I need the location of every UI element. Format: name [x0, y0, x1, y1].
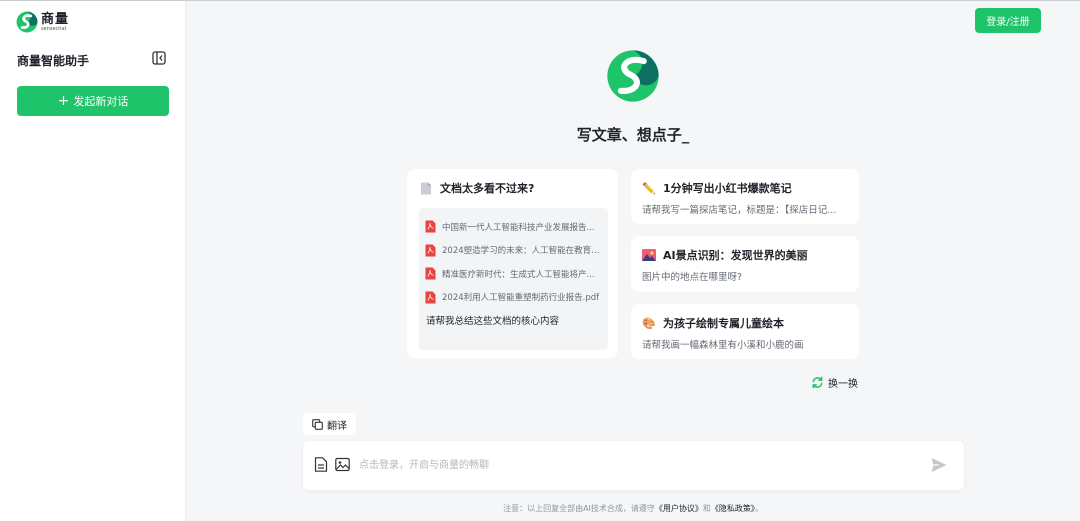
- new-chat-button[interactable]: + 发起新对话: [17, 86, 169, 116]
- translate-label: 翻译: [327, 420, 347, 432]
- user-agreement-link[interactable]: 《用户协议》: [655, 504, 703, 513]
- plus-icon: +: [57, 93, 70, 109]
- assistant-title: 商量智能助手: [17, 54, 90, 68]
- document-item: 2024塑造学习的未来：人工智能在教育4...: [425, 239, 602, 263]
- suggestion-subtitle: 图片中的地点在哪里呀?: [642, 272, 743, 283]
- document-prompt: 请帮我总结这些文档的核心内容: [426, 316, 560, 327]
- footer-disclaimer: 注意：以上回复全部由AI技术合成，请遵守《用户协议》和《隐私政策》。: [0, 503, 1080, 514]
- footer-and: 和: [702, 504, 711, 513]
- pdf-icon: [425, 220, 436, 233]
- image-upload-icon[interactable]: [335, 457, 350, 472]
- document-name: 精准医疗新时代：生成式人工智能将产...: [442, 269, 595, 280]
- document-card-title: 文档太多看不过来?: [440, 182, 535, 195]
- document-summary-card[interactable]: 文档太多看不过来? 中国新一代人工智能科技产业发展报告... 2024塑造学习的…: [407, 169, 618, 358]
- suggestion-subtitle: 请帮我写一篇探店笔记，标题是：【探店日记...: [642, 205, 837, 216]
- suggestion-subtitle: 请帮我画一幅森林里有小溪和小鹿的画: [642, 340, 804, 351]
- file-upload-icon[interactable]: [314, 457, 328, 472]
- new-chat-label: 发起新对话: [73, 95, 129, 108]
- suggestion-title: AI景点识别：发现世界的美丽: [663, 249, 808, 262]
- document-item: 2024利用人工智能重塑制药行业报告.pdf: [425, 286, 602, 310]
- pdf-icon: [425, 291, 436, 304]
- hero-title: 写文章、想点子_: [576, 126, 690, 144]
- document-list: 中国新一代人工智能科技产业发展报告... 2024塑造学习的未来：人工智能在教育…: [419, 208, 608, 350]
- document-icon: [421, 182, 431, 194]
- landscape-icon: [642, 249, 656, 261]
- footer-prefix: 注意：以上回复全部由AI技术合成，请遵守: [503, 504, 655, 513]
- suggestion-title: 1分钟写出小红书爆款笔记: [663, 182, 792, 195]
- login-register-button[interactable]: 登录/注册: [975, 8, 1041, 33]
- copy-translate-icon: [312, 418, 323, 430]
- pdf-icon: [425, 267, 436, 280]
- brand-name-en: sensechat: [41, 25, 67, 32]
- sensechat-hero-logo-icon: [607, 50, 659, 102]
- refresh-icon: [812, 376, 823, 389]
- document-name: 2024利用人工智能重塑制药行业报告.pdf: [442, 293, 600, 304]
- footer-suffix: 。: [754, 504, 763, 513]
- refresh-label: 换一换: [828, 379, 858, 390]
- brand-logo[interactable]: 商量 sensechat: [16, 11, 69, 33]
- refresh-suggestions-button[interactable]: 换一换: [811, 375, 858, 390]
- brand-name: 商量: [41, 11, 70, 27]
- pencil-icon: ✏️: [642, 181, 656, 195]
- sensechat-logo-icon: [16, 11, 38, 33]
- document-item: 中国新一代人工智能科技产业发展报告...: [425, 215, 602, 239]
- document-item: 精准医疗新时代：生成式人工智能将产...: [425, 262, 602, 286]
- chat-input[interactable]: [359, 453, 909, 477]
- suggestion-title: 为孩子绘制专属儿童绘本: [663, 317, 784, 330]
- translate-button[interactable]: 翻译: [303, 413, 356, 435]
- document-name: 中国新一代人工智能科技产业发展报告...: [442, 222, 595, 233]
- palette-icon: 🎨: [642, 316, 656, 330]
- privacy-policy-link[interactable]: 《隐私政策》: [711, 504, 755, 513]
- document-name: 2024塑造学习的未来：人工智能在教育4...: [442, 246, 602, 257]
- collapse-sidebar-icon[interactable]: [152, 51, 166, 65]
- pdf-icon: [425, 244, 436, 257]
- suggestion-card-xiaohongshu[interactable]: ✏️ 1分钟写出小红书爆款笔记 请帮我写一篇探店笔记，标题是：【探店日记...: [631, 169, 859, 224]
- sidebar: 商量 sensechat 商量智能助手 + 发起新对话: [0, 1, 186, 521]
- suggestion-card-landmark[interactable]: AI景点识别：发现世界的美丽 图片中的地点在哪里呀?: [631, 236, 859, 292]
- suggestion-card-picture-book[interactable]: 🎨 为孩子绘制专属儿童绘本 请帮我画一幅森林里有小溪和小鹿的画: [631, 304, 859, 359]
- send-icon[interactable]: [930, 456, 948, 474]
- chat-input-box: [303, 441, 964, 490]
